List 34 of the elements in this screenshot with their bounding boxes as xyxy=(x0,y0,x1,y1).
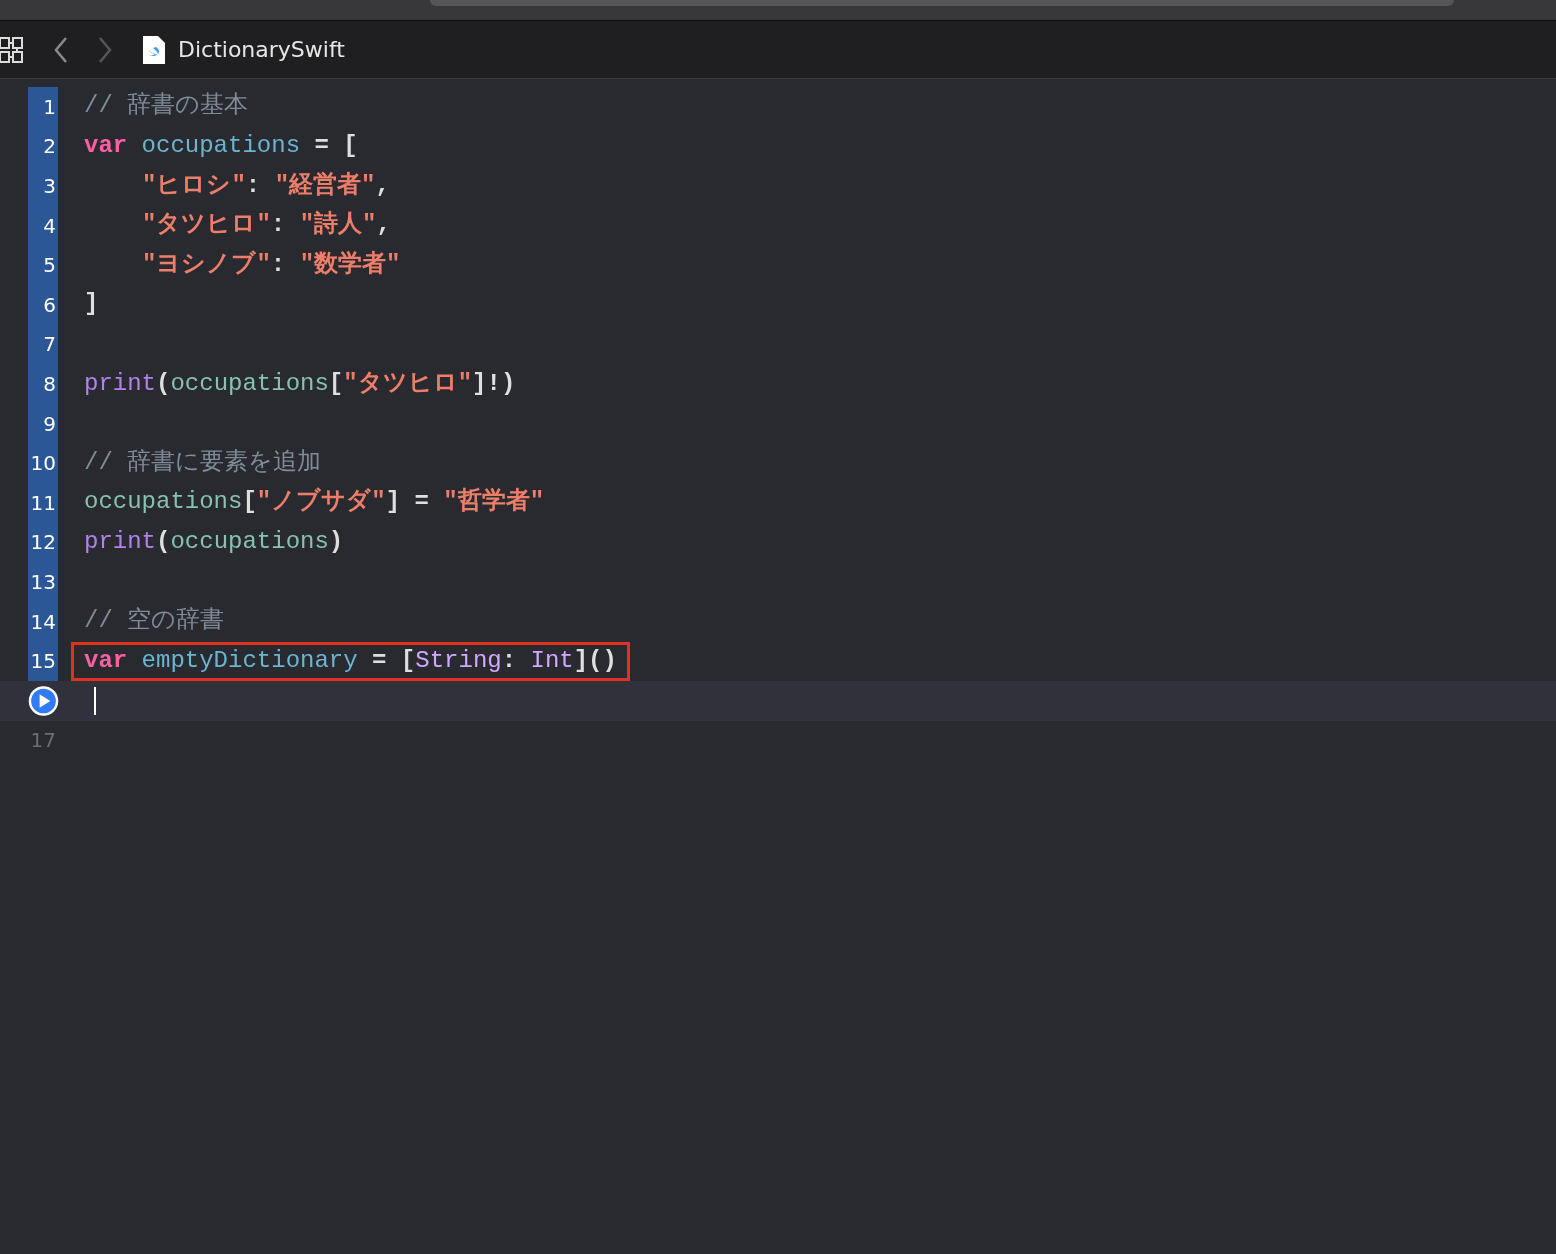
line-number: 4 xyxy=(28,205,58,246)
tab-scroll-bar[interactable] xyxy=(430,0,1454,6)
code-line: "タツヒロ": "詩人", xyxy=(141,211,392,240)
code-line: print(occupations["タツヒロ"]!) xyxy=(83,369,517,399)
line-number: 15 xyxy=(28,641,58,681)
line-number: 10 xyxy=(28,443,58,483)
line-number: 17 xyxy=(29,727,57,755)
line-number: 8 xyxy=(28,364,58,404)
highlighted-code-line: var emptyDictionary = [String: Int]() xyxy=(74,644,627,678)
line-number: 9 xyxy=(28,403,58,444)
line-number: 5 xyxy=(28,245,58,285)
line-number: 11 xyxy=(28,482,58,523)
code-line: // 空の辞書 xyxy=(83,607,226,636)
line-number: 12 xyxy=(28,522,58,563)
code-line: print(occupations) xyxy=(83,527,345,557)
line-number: 13 xyxy=(28,562,58,602)
line-number: 1 xyxy=(28,87,58,127)
back-chevron-icon[interactable] xyxy=(54,36,68,63)
line-number: 3 xyxy=(28,166,58,206)
line-number: 7 xyxy=(28,324,58,365)
line-number: 2 xyxy=(28,126,58,167)
code-line: ] xyxy=(83,290,100,320)
code-line: var occupations = [ xyxy=(83,132,359,161)
code-line: "ヒロシ": "経営者", xyxy=(141,171,391,201)
file-title: DictionarySwift xyxy=(178,36,345,64)
grid-icon[interactable] xyxy=(0,36,24,63)
text-cursor xyxy=(94,686,96,715)
code-line: "ヨシノブ": "数学者" xyxy=(141,250,402,280)
code-line: // 辞書に要素を追加 xyxy=(83,448,323,478)
code-line: // 辞書の基本 xyxy=(83,92,250,122)
swift-file-icon xyxy=(143,35,165,64)
line-number: 14 xyxy=(28,601,58,642)
code-line: occupations["ノブサダ"] = "哲学者" xyxy=(83,488,546,518)
line-number: 6 xyxy=(28,284,58,325)
